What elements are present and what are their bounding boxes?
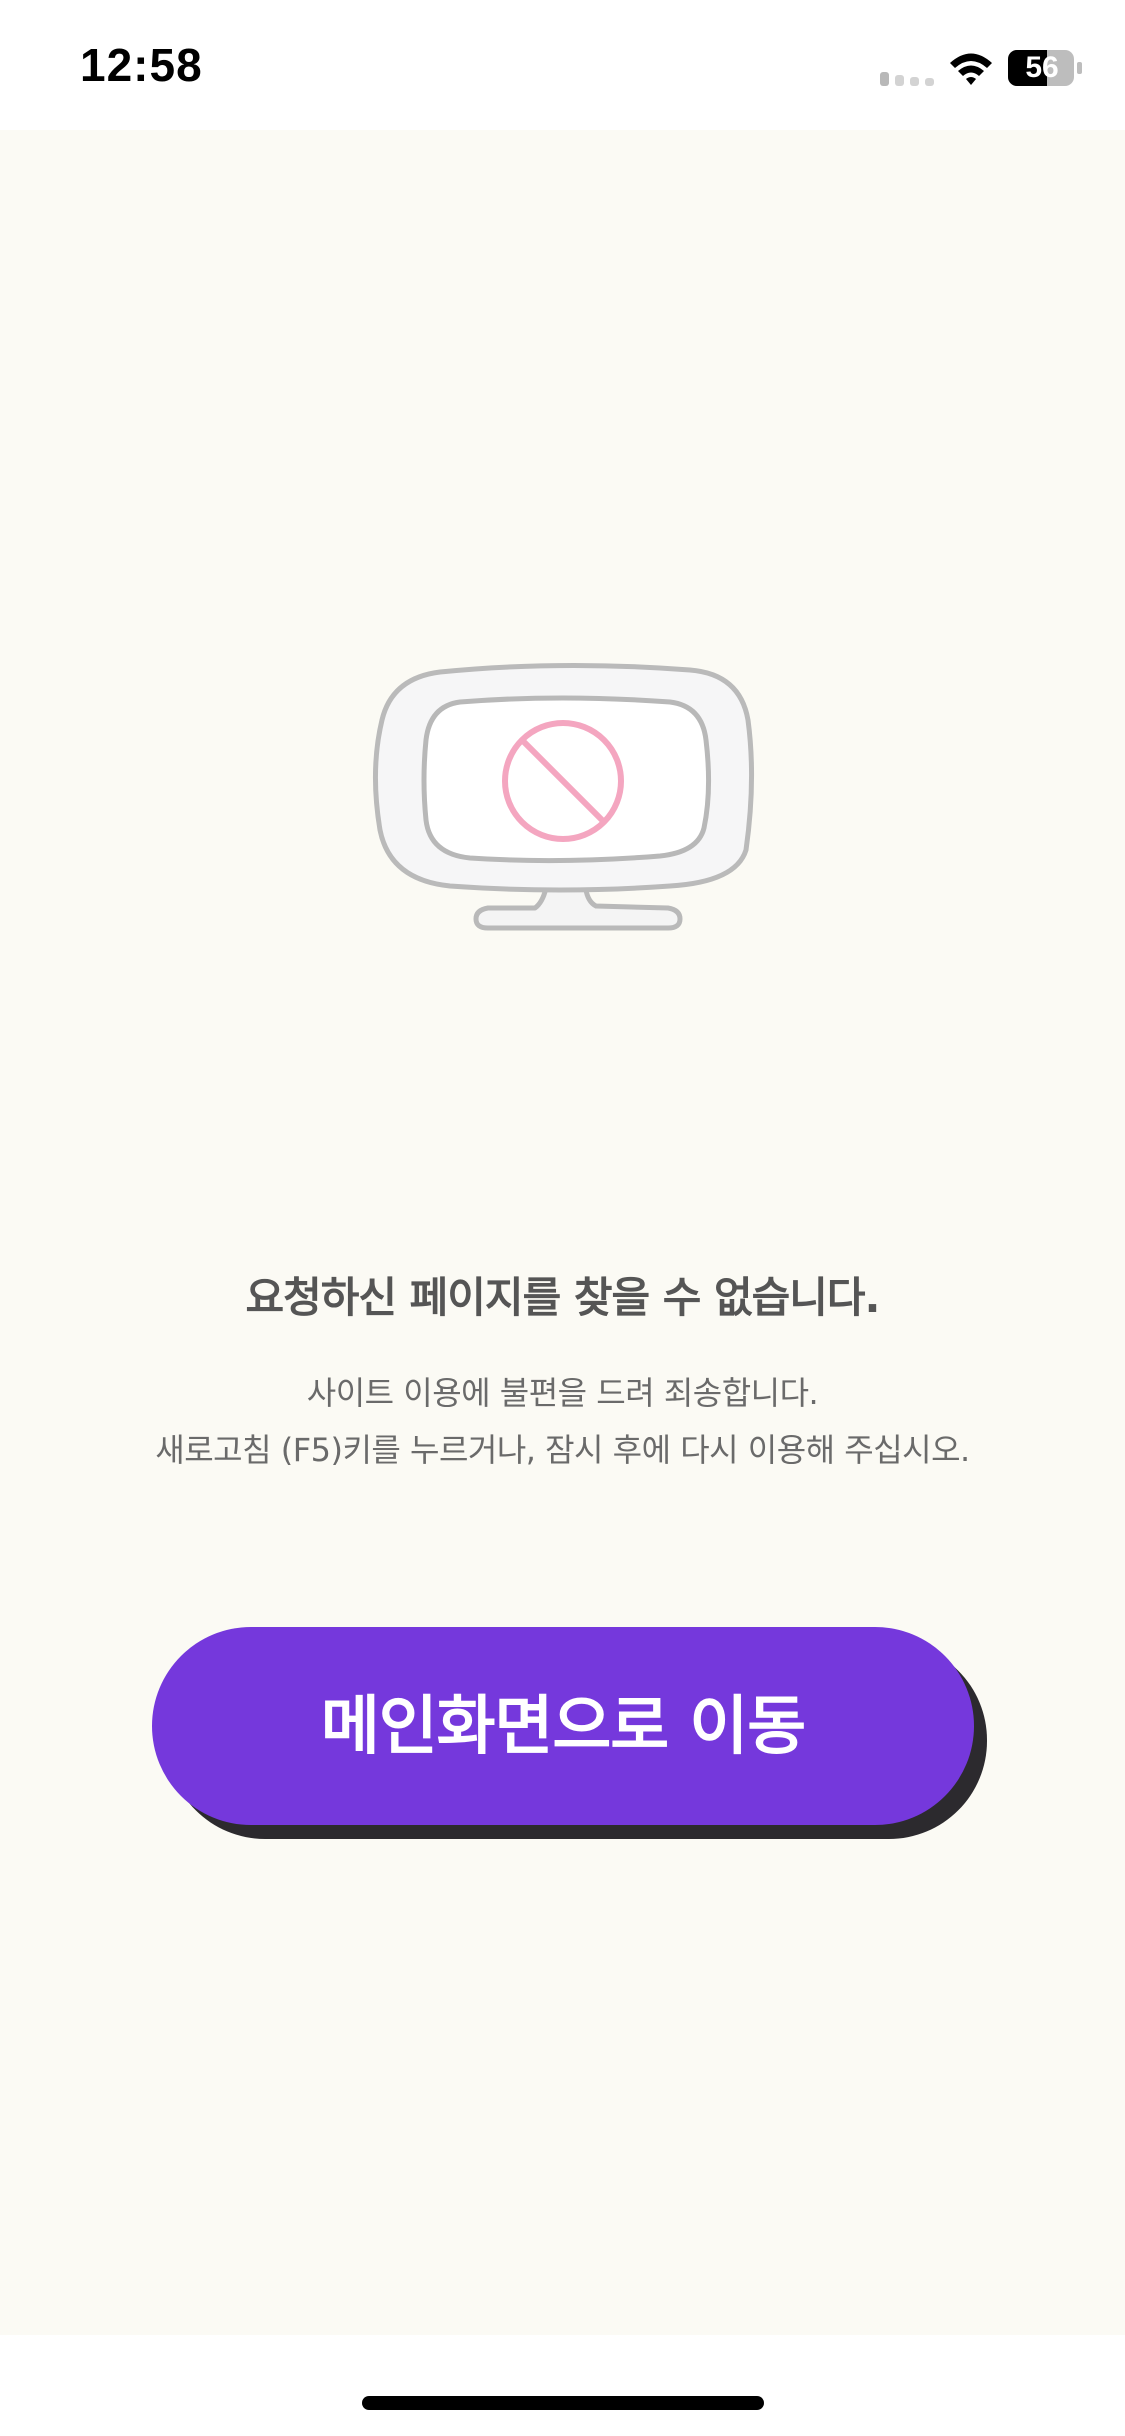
go-to-main-button[interactable]: 메인화면으로 이동: [152, 1627, 974, 1825]
wifi-icon: [950, 53, 992, 85]
bottom-safe-area: [0, 2335, 1125, 2436]
battery-level: 56: [1025, 51, 1059, 84]
status-bar: 12:58 56: [0, 0, 1125, 130]
error-message-line-1: 사이트 이용에 불편을 드려 죄송합니다.: [306, 1374, 819, 1412]
main-content: [0, 130, 1125, 2335]
monitor-prohibited-icon: [372, 662, 755, 931]
signal-icon: [880, 72, 934, 86]
status-time: 12:58: [80, 39, 203, 91]
error-message-line-2: 새로고침 (F5)키를 누르거나, 잠시 후에 다시 이용해 주십시오.: [155, 1431, 970, 1469]
error-title: 요청하신 페이지를 찾을 수 없습니다.: [245, 1273, 880, 1322]
home-indicator[interactable]: [362, 2396, 764, 2410]
